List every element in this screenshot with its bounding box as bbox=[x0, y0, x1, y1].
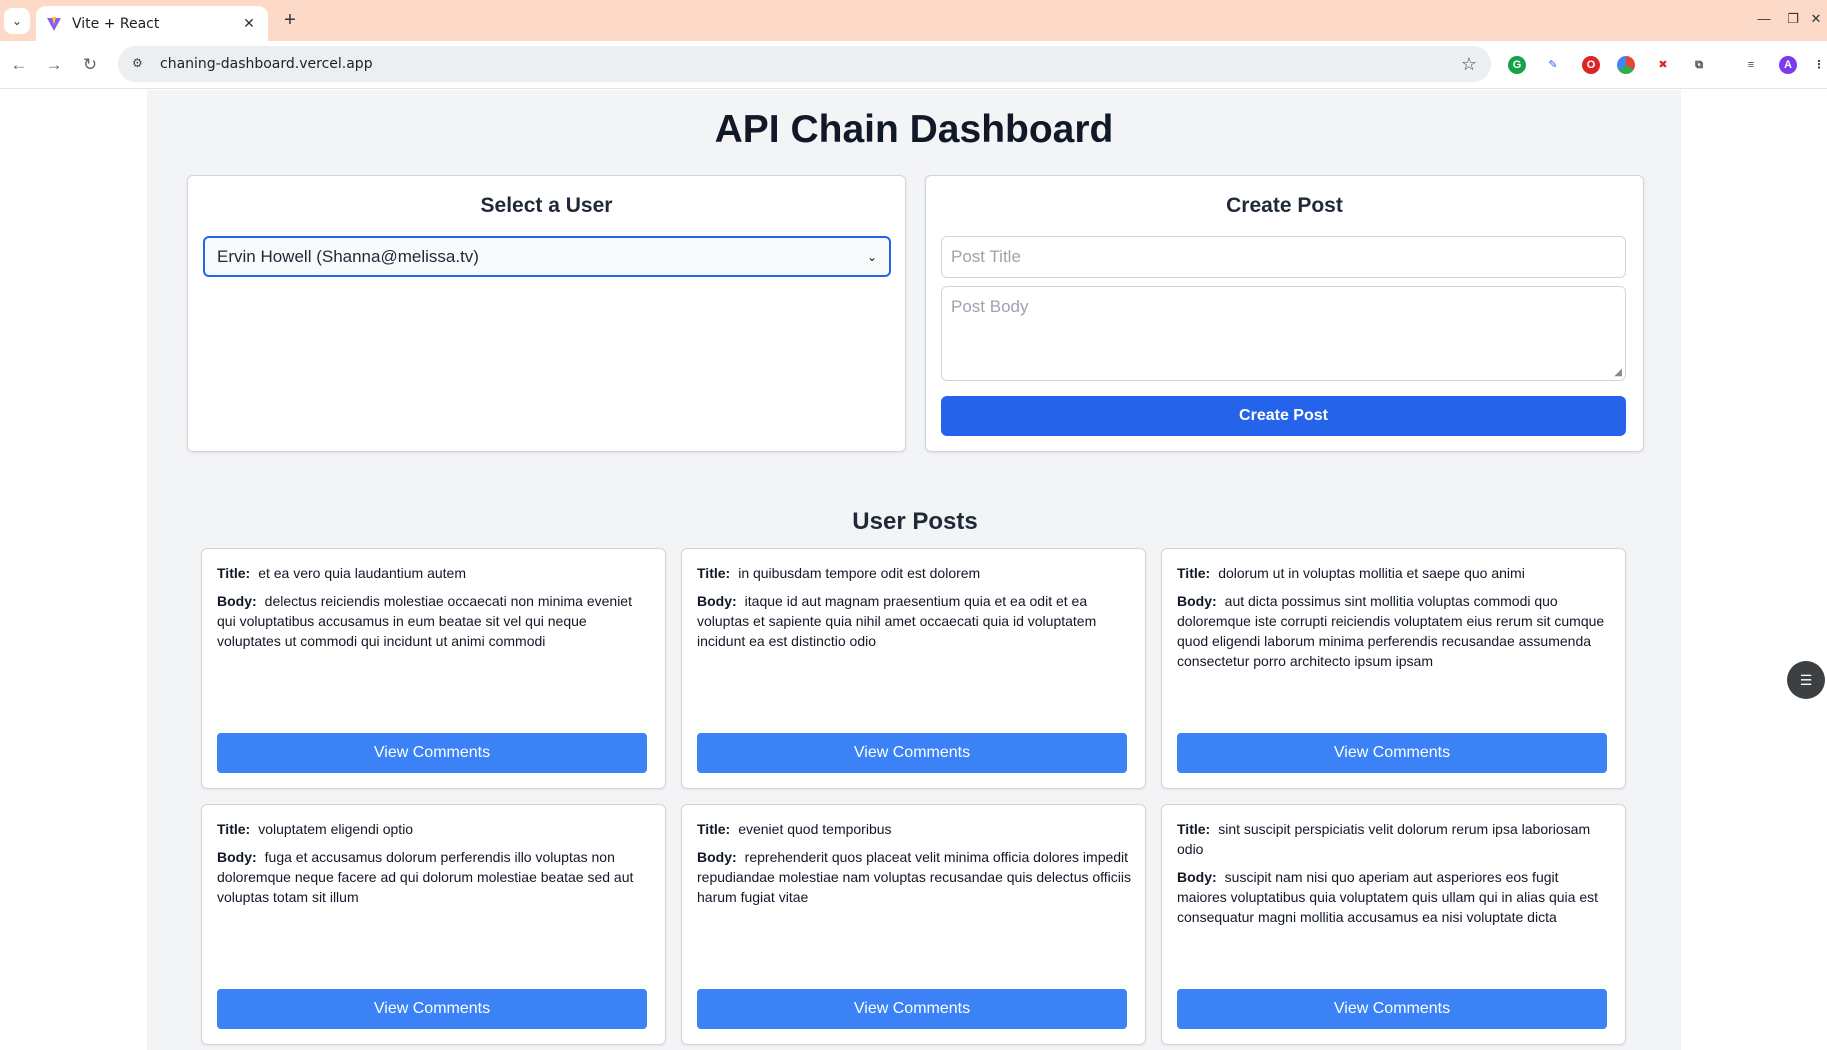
post-card: Title: et ea vero quia laudantium autem B… bbox=[201, 548, 666, 789]
back-icon[interactable]: ← bbox=[7, 53, 31, 77]
title-label: Title: bbox=[217, 821, 251, 837]
forward-icon[interactable]: → bbox=[42, 53, 66, 77]
title-label: Title: bbox=[697, 565, 731, 581]
selected-user-text: Ervin Howell (Shanna@melissa.tv) bbox=[217, 246, 479, 266]
create-post-panel: Create Post Post Title Post Body ◢ Creat… bbox=[925, 175, 1644, 452]
post-card: Title: dolorum ut in voluptas mollitia et… bbox=[1161, 548, 1626, 789]
post-card: Title: sint suscipit perspiciatis velit d… bbox=[1161, 804, 1626, 1045]
side-panel-toggle-icon[interactable]: ☰ bbox=[1787, 661, 1825, 699]
post-title-line: Title: voluptatem eligendi optio bbox=[217, 819, 651, 839]
body-label: Body: bbox=[697, 849, 737, 865]
site-info-icon[interactable]: ⚙ bbox=[132, 56, 148, 72]
bookmark-star-icon[interactable]: ☆ bbox=[1461, 54, 1477, 75]
tab-title: Vite + React bbox=[72, 15, 160, 32]
body-label: Body: bbox=[217, 593, 257, 609]
post-body-textarea[interactable]: Post Body ◢ bbox=[941, 286, 1626, 381]
post-title: sint suscipit perspiciatis velit dolorum… bbox=[1177, 821, 1591, 857]
new-tab-button[interactable]: + bbox=[278, 9, 302, 33]
post-title-input[interactable]: Post Title bbox=[941, 236, 1626, 278]
post-body-line: Body: itaque id aut magnam praesentium qu… bbox=[697, 591, 1131, 651]
post-body: itaque id aut magnam praesentium quia et… bbox=[697, 593, 1097, 649]
close-tab-icon[interactable]: ✕ bbox=[240, 15, 258, 32]
post-body-placeholder: Post Body bbox=[951, 297, 1029, 316]
create-post-heading: Create Post bbox=[1226, 194, 1343, 217]
url-text: chaning-dashboard.vercel.app bbox=[160, 56, 373, 72]
post-title: dolorum ut in voluptas mollitia et saepe… bbox=[1218, 565, 1525, 581]
title-label: Title: bbox=[1177, 821, 1211, 837]
post-title: eveniet quod temporibus bbox=[738, 821, 892, 837]
post-body-line: Body: fuga et accusamus dolorum perferend… bbox=[217, 847, 651, 907]
body-label: Body: bbox=[1177, 869, 1217, 885]
user-posts-section: User Posts Title: et ea vero quia laudant… bbox=[185, 494, 1645, 1050]
profile-avatar-icon[interactable]: A bbox=[1779, 56, 1797, 74]
create-post-button[interactable]: Create Post bbox=[941, 396, 1626, 436]
minimize-icon[interactable]: — bbox=[1754, 11, 1774, 26]
post-body: aut dicta possimus sint mollitia volupta… bbox=[1177, 593, 1605, 669]
body-label: Body: bbox=[697, 593, 737, 609]
restore-icon[interactable]: ❐ bbox=[1783, 11, 1803, 27]
title-label: Title: bbox=[217, 565, 251, 581]
post-card: Title: voluptatem eligendi optio Body: fug… bbox=[201, 804, 666, 1045]
user-select-dropdown[interactable]: Ervin Howell (Shanna@melissa.tv) ⌄ bbox=[203, 236, 891, 277]
view-comments-button[interactable]: View Comments bbox=[1177, 989, 1607, 1029]
body-label: Body: bbox=[1177, 593, 1217, 609]
view-comments-button[interactable]: View Comments bbox=[697, 733, 1127, 773]
user-posts-heading: User Posts bbox=[852, 508, 978, 535]
browser-menu-icon[interactable]: ⋮ bbox=[1810, 56, 1827, 74]
title-label: Title: bbox=[697, 821, 731, 837]
post-body: reprehenderit quos placeat velit minima … bbox=[697, 849, 1132, 905]
post-title-line: Title: sint suscipit perspiciatis velit d… bbox=[1177, 819, 1611, 859]
dashboard-app: API Chain Dashboard Select a User Ervin … bbox=[147, 90, 1681, 1050]
post-body: suscipit nam nisi quo aperiam aut asperi… bbox=[1177, 869, 1599, 925]
browser-tabstrip: ⌄ Vite + React ✕ + — ❐ ✕ bbox=[0, 0, 1827, 41]
post-body: fuga et accusamus dolorum perferendis il… bbox=[217, 849, 634, 905]
post-card: Title: in quibusdam tempore odit est dolo… bbox=[681, 548, 1146, 789]
post-title: et ea vero quia laudantium autem bbox=[258, 565, 467, 581]
post-title: in quibusdam tempore odit est dolorem bbox=[738, 565, 981, 581]
grammarly-extension-icon[interactable]: G bbox=[1508, 56, 1526, 74]
page-viewport: API Chain Dashboard Select a User Ervin … bbox=[0, 90, 1827, 1050]
browser-tab[interactable]: Vite + React ✕ bbox=[36, 6, 268, 41]
select-user-panel: Select a User Ervin Howell (Shanna@melis… bbox=[187, 175, 906, 452]
tab-search-button[interactable]: ⌄ bbox=[4, 8, 30, 34]
cross-extension-icon[interactable]: ✖ bbox=[1654, 56, 1672, 74]
color-picker-extension-icon[interactable] bbox=[1617, 56, 1635, 74]
post-body: delectus reiciendis molestiae occaecati … bbox=[217, 593, 632, 649]
close-window-icon[interactable]: ✕ bbox=[1806, 11, 1826, 27]
post-body-line: Body: reprehenderit quos placeat velit mi… bbox=[697, 847, 1131, 907]
pen-extension-icon[interactable]: ✎ bbox=[1544, 56, 1562, 74]
post-title-line: Title: eveniet quod temporibus bbox=[697, 819, 1131, 839]
vite-logo-icon bbox=[47, 16, 61, 31]
chevron-down-icon: ⌄ bbox=[866, 249, 877, 264]
view-comments-button[interactable]: View Comments bbox=[217, 733, 647, 773]
post-title: voluptatem eligendi optio bbox=[258, 821, 414, 837]
body-label: Body: bbox=[217, 849, 257, 865]
post-card: Title: eveniet quod temporibus Body: repre… bbox=[681, 804, 1146, 1045]
address-bar[interactable]: ⚙ chaning-dashboard.vercel.app ☆ bbox=[118, 46, 1491, 82]
post-title-line: Title: in quibusdam tempore odit est dolo… bbox=[697, 563, 1131, 583]
reading-list-icon[interactable]: ≡ bbox=[1742, 56, 1760, 74]
view-comments-button[interactable]: View Comments bbox=[217, 989, 647, 1029]
browser-toolbar: ← → ↻ ⚙ chaning-dashboard.vercel.app ☆ G… bbox=[0, 41, 1827, 89]
post-title-line: Title: et ea vero quia laudantium autem bbox=[217, 563, 651, 583]
post-body-line: Body: suscipit nam nisi quo aperiam aut a… bbox=[1177, 867, 1611, 927]
post-body-line: Body: aut dicta possimus sint mollitia vo… bbox=[1177, 591, 1611, 671]
post-title-line: Title: dolorum ut in voluptas mollitia et… bbox=[1177, 563, 1611, 583]
title-label: Title: bbox=[1177, 565, 1211, 581]
view-comments-button[interactable]: View Comments bbox=[697, 989, 1127, 1029]
post-body-line: Body: delectus reiciendis molestiae occae… bbox=[217, 591, 651, 651]
opera-extension-icon[interactable]: O bbox=[1582, 56, 1600, 74]
resize-handle-icon[interactable]: ◢ bbox=[1614, 367, 1622, 378]
reload-icon[interactable]: ↻ bbox=[78, 53, 102, 77]
page-title: API Chain Dashboard bbox=[714, 108, 1114, 151]
puzzle-extensions-icon[interactable]: ⧉ bbox=[1690, 56, 1708, 74]
select-user-heading: Select a User bbox=[480, 194, 613, 217]
view-comments-button[interactable]: View Comments bbox=[1177, 733, 1607, 773]
